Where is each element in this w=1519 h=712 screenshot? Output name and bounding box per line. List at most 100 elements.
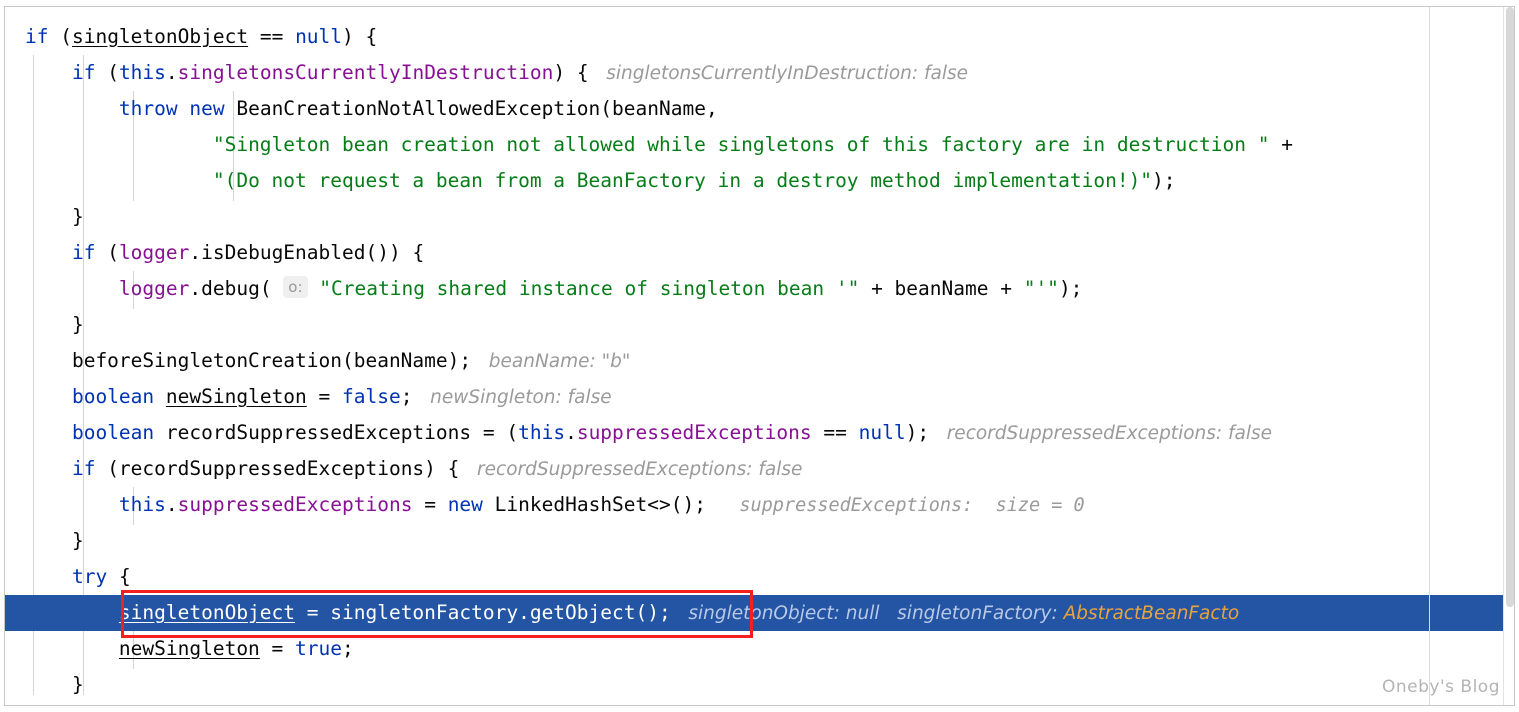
- editor-scrollbar[interactable]: [1503, 7, 1514, 705]
- inline-value-hint: beanName: "b": [471, 351, 631, 372]
- watermark-label: Oneby's Blog: [1382, 677, 1500, 697]
- code-token: );: [1152, 169, 1176, 192]
- code-token: ) {: [553, 61, 589, 84]
- code-token: throw: [118, 97, 178, 120]
- code-token: boolean: [71, 385, 155, 408]
- code-token: if: [71, 241, 96, 264]
- code-line[interactable]: "(Do not request a bean from a BeanFacto…: [5, 163, 1504, 199]
- code-line-selected[interactable]: singletonObject = singletonFactory.getOb…: [5, 595, 1504, 631]
- scrollbar-thumb[interactable]: [1506, 7, 1514, 607]
- code-token: .debug(: [189, 277, 284, 300]
- code-line[interactable]: this.suppressedExceptions = new LinkedHa…: [5, 487, 1504, 523]
- code-token: ) {: [342, 25, 378, 48]
- code-token: suppressedExceptions: [177, 493, 413, 516]
- code-token: new: [447, 493, 483, 516]
- code-token: {: [107, 565, 131, 588]
- code-line[interactable]: if (singletonObject == null) {: [5, 19, 1504, 55]
- code-token: try: [71, 565, 108, 588]
- code-token: BeanCreationNotAllowedException(beanName…: [224, 97, 718, 120]
- code-token: .: [165, 61, 178, 84]
- code-token: "(Do not request a bean from a BeanFacto…: [212, 169, 1153, 192]
- code-token: =: [412, 493, 448, 516]
- code-token: .isDebugEnabled()) {: [189, 241, 425, 264]
- code-token: = singletonFactory.getObject();: [295, 601, 671, 624]
- code-line[interactable]: }: [5, 199, 1504, 235]
- code-token: +: [1269, 133, 1293, 156]
- code-token: new: [189, 97, 225, 120]
- code-token: (: [48, 25, 72, 48]
- code-token: (: [95, 61, 119, 84]
- code-editor-frame: if (singletonObject == null) { if (this.…: [4, 6, 1515, 706]
- code-token: }: [25, 205, 84, 228]
- code-token: boolean: [71, 421, 155, 444]
- code-token: beforeSingletonCreation(beanName);: [25, 349, 472, 372]
- screenshot-root: if (singletonObject == null) { if (this.…: [0, 0, 1519, 712]
- code-line[interactable]: try {: [5, 559, 1504, 595]
- code-line[interactable]: logger.debug( o: "Creating shared instan…: [5, 271, 1504, 307]
- code-token: suppressedExceptions: [576, 421, 812, 444]
- inline-value-hint: AbstractBeanFacto: [1063, 603, 1240, 624]
- code-token: ==: [811, 421, 859, 444]
- inline-value-hint: recordSuppressedExceptions: false: [929, 423, 1273, 444]
- right-margin-guide: [1429, 7, 1430, 705]
- code-line[interactable]: }: [5, 523, 1504, 559]
- code-token: if: [71, 457, 96, 480]
- code-token: this: [518, 421, 566, 444]
- code-line[interactable]: }: [5, 667, 1504, 703]
- code-line[interactable]: if (logger.isDebugEnabled()) {: [5, 235, 1504, 271]
- code-token: if: [71, 61, 96, 84]
- code-line[interactable]: if (recordSuppressedExceptions) { record…: [5, 451, 1504, 487]
- code-token: ==: [259, 25, 284, 48]
- code-token: "Singleton bean creation not allowed whi…: [212, 133, 1270, 156]
- inline-value-hint: recordSuppressedExceptions: false: [459, 459, 803, 480]
- code-line[interactable]: throw new BeanCreationNotAllowedExceptio…: [5, 91, 1504, 127]
- code-token: ;: [400, 385, 413, 408]
- code-token: );: [905, 421, 930, 444]
- code-line[interactable]: beforeSingletonCreation(beanName); beanN…: [5, 343, 1504, 379]
- code-line[interactable]: }: [5, 307, 1504, 343]
- code-line[interactable]: boolean recordSuppressedExceptions = (th…: [5, 415, 1504, 451]
- code-token: .: [565, 421, 577, 444]
- code-line[interactable]: "Singleton bean creation not allowed whi…: [5, 127, 1504, 163]
- code-token: newSingleton: [118, 637, 260, 660]
- code-token: ;: [342, 637, 354, 660]
- code-token: "Creating shared instance of singleton b…: [319, 277, 860, 300]
- code-editor-area[interactable]: if (singletonObject == null) { if (this.…: [5, 7, 1514, 705]
- code-token: );: [1058, 277, 1083, 300]
- code-line[interactable]: newSingleton = true;: [5, 631, 1504, 667]
- code-token: (: [95, 241, 119, 264]
- code-token: false: [342, 385, 401, 408]
- code-token: logger: [118, 277, 190, 300]
- inline-value-hint: suppressedExceptions: size = 0: [705, 495, 1085, 516]
- code-token: logger: [118, 241, 190, 264]
- code-line[interactable]: boolean newSingleton = false; newSinglet…: [5, 379, 1504, 415]
- code-token: if: [25, 25, 49, 48]
- code-token: "'": [1023, 277, 1059, 300]
- inline-value-hint: singletonObject: null singletonFactory:: [670, 603, 1064, 624]
- code-token: null: [858, 421, 906, 444]
- code-token: this: [118, 61, 166, 84]
- code-token: =: [306, 385, 343, 408]
- parameter-hint-badge: o:: [283, 276, 308, 298]
- code-token: singletonObject: [71, 25, 249, 48]
- code-token: singletonsCurrentlyInDestruction: [177, 61, 554, 84]
- code-token: newSingleton: [165, 385, 307, 408]
- code-line[interactable]: if (this.singletonsCurrentlyInDestructio…: [5, 55, 1504, 91]
- code-token: recordSuppressedExceptions = (: [154, 421, 519, 444]
- code-token: this: [118, 493, 166, 516]
- code-token: .: [165, 493, 178, 516]
- code-token: null: [295, 25, 343, 48]
